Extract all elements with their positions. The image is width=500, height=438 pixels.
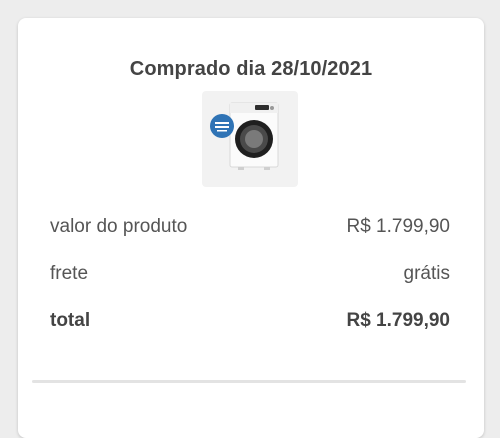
product-value-label: valor do produto <box>50 216 188 237</box>
shipping-label: frete <box>50 263 89 284</box>
purchase-date-title: Comprado dia 28/10/2021 <box>129 58 373 80</box>
shipping-row: frete grátis <box>50 263 450 285</box>
total-value: R$ 1.799,90 <box>346 310 450 331</box>
product-value-row: valor do produto R$ 1.799,90 <box>50 216 450 238</box>
shipping-value: grátis <box>403 263 450 284</box>
section-divider <box>32 380 466 383</box>
washing-machine-icon <box>210 102 279 170</box>
order-summary-card: Comprado dia 28/10/2021 valor do produto… <box>18 18 484 438</box>
product-value-amount: R$ 1.799,90 <box>346 216 450 237</box>
total-label: total <box>50 310 91 331</box>
product-image[interactable] <box>202 91 298 187</box>
total-row: total R$ 1.799,90 <box>50 310 450 332</box>
